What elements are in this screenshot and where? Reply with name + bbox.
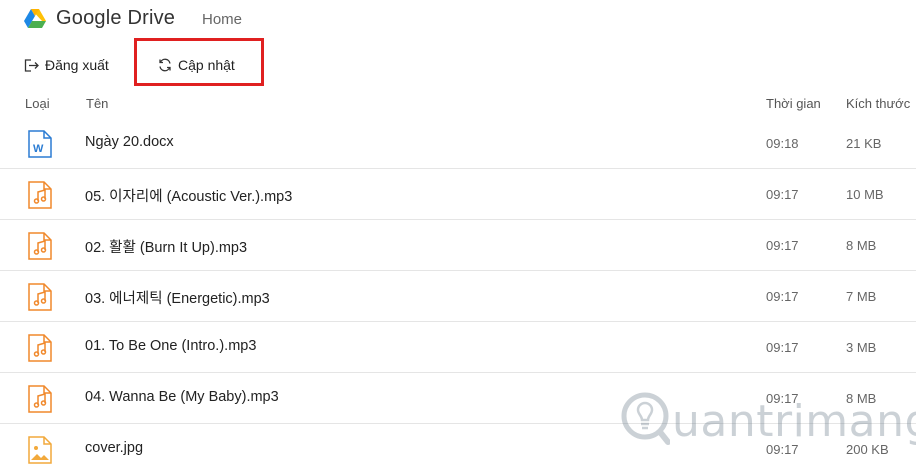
file-size: 8 MB <box>846 238 877 253</box>
file-size: 3 MB <box>846 340 877 355</box>
music-file-icon <box>28 283 52 311</box>
file-size: 21 KB <box>846 136 882 151</box>
file-name: 03. 에너제틱 (Energetic).mp3 <box>85 291 270 307</box>
table-row[interactable]: W Ngày 20.docx 09:18 21 KB <box>0 118 916 169</box>
music-file-icon <box>28 232 52 260</box>
logout-label: Đăng xuất <box>45 57 109 73</box>
table-row[interactable]: 03. 에너제틱 (Energetic).mp3 09:17 7 MB <box>0 271 916 322</box>
file-time: 09:18 <box>766 136 799 151</box>
file-size: 200 KB <box>846 442 889 457</box>
breadcrumb-home[interactable]: Home <box>202 11 242 28</box>
logout-button[interactable]: Đăng xuất <box>24 54 109 76</box>
file-name: cover.jpg <box>85 440 144 456</box>
table-row[interactable]: 04. Wanna Be (My Baby).mp3 09:17 8 MB <box>0 373 916 424</box>
column-header-size[interactable]: Kích thước <box>846 96 910 111</box>
file-size: 10 MB <box>846 187 884 202</box>
file-name: 04. Wanna Be (My Baby).mp3 <box>85 389 279 405</box>
file-time: 09:17 <box>766 442 799 457</box>
column-header-type[interactable]: Loại <box>25 96 50 111</box>
file-time: 09:17 <box>766 391 799 406</box>
file-name: 01. To Be One (Intro.).mp3 <box>85 338 257 354</box>
file-name: Ngày 20.docx <box>85 134 174 150</box>
file-time: 09:17 <box>766 289 799 304</box>
column-header-name[interactable]: Tên <box>86 96 108 111</box>
highlight-box <box>134 38 264 86</box>
table-header: Loại Tên Thời gian Kích thước <box>0 94 916 116</box>
column-header-time[interactable]: Thời gian <box>766 96 821 111</box>
file-time: 09:17 <box>766 238 799 253</box>
logout-icon <box>24 58 39 72</box>
image-file-icon <box>28 436 52 464</box>
app-title: Google Drive <box>56 7 176 29</box>
word-doc-icon: W <box>28 130 52 158</box>
music-file-icon <box>28 181 52 209</box>
file-size: 7 MB <box>846 289 877 304</box>
svg-text:W: W <box>33 143 44 155</box>
file-name: 02. 활활 (Burn It Up).mp3 <box>85 240 248 256</box>
google-drive-logo-icon[interactable] <box>24 9 46 29</box>
file-list: W Ngày 20.docx 09:18 21 KB 05. 이자리에 (Aco… <box>0 118 916 474</box>
music-file-icon <box>28 385 52 413</box>
file-size: 8 MB <box>846 391 877 406</box>
app-header: Google Drive Home <box>0 0 916 38</box>
table-row[interactable]: 01. To Be One (Intro.).mp3 09:17 3 MB <box>0 322 916 373</box>
file-time: 09:17 <box>766 340 799 355</box>
file-time: 09:17 <box>766 187 799 202</box>
table-row[interactable]: 02. 활활 (Burn It Up).mp3 09:17 8 MB <box>0 220 916 271</box>
music-file-icon <box>28 334 52 362</box>
table-row[interactable]: 05. 이자리에 (Acoustic Ver.).mp3 09:17 10 MB <box>0 169 916 220</box>
file-name: 05. 이자리에 (Acoustic Ver.).mp3 <box>85 189 293 205</box>
